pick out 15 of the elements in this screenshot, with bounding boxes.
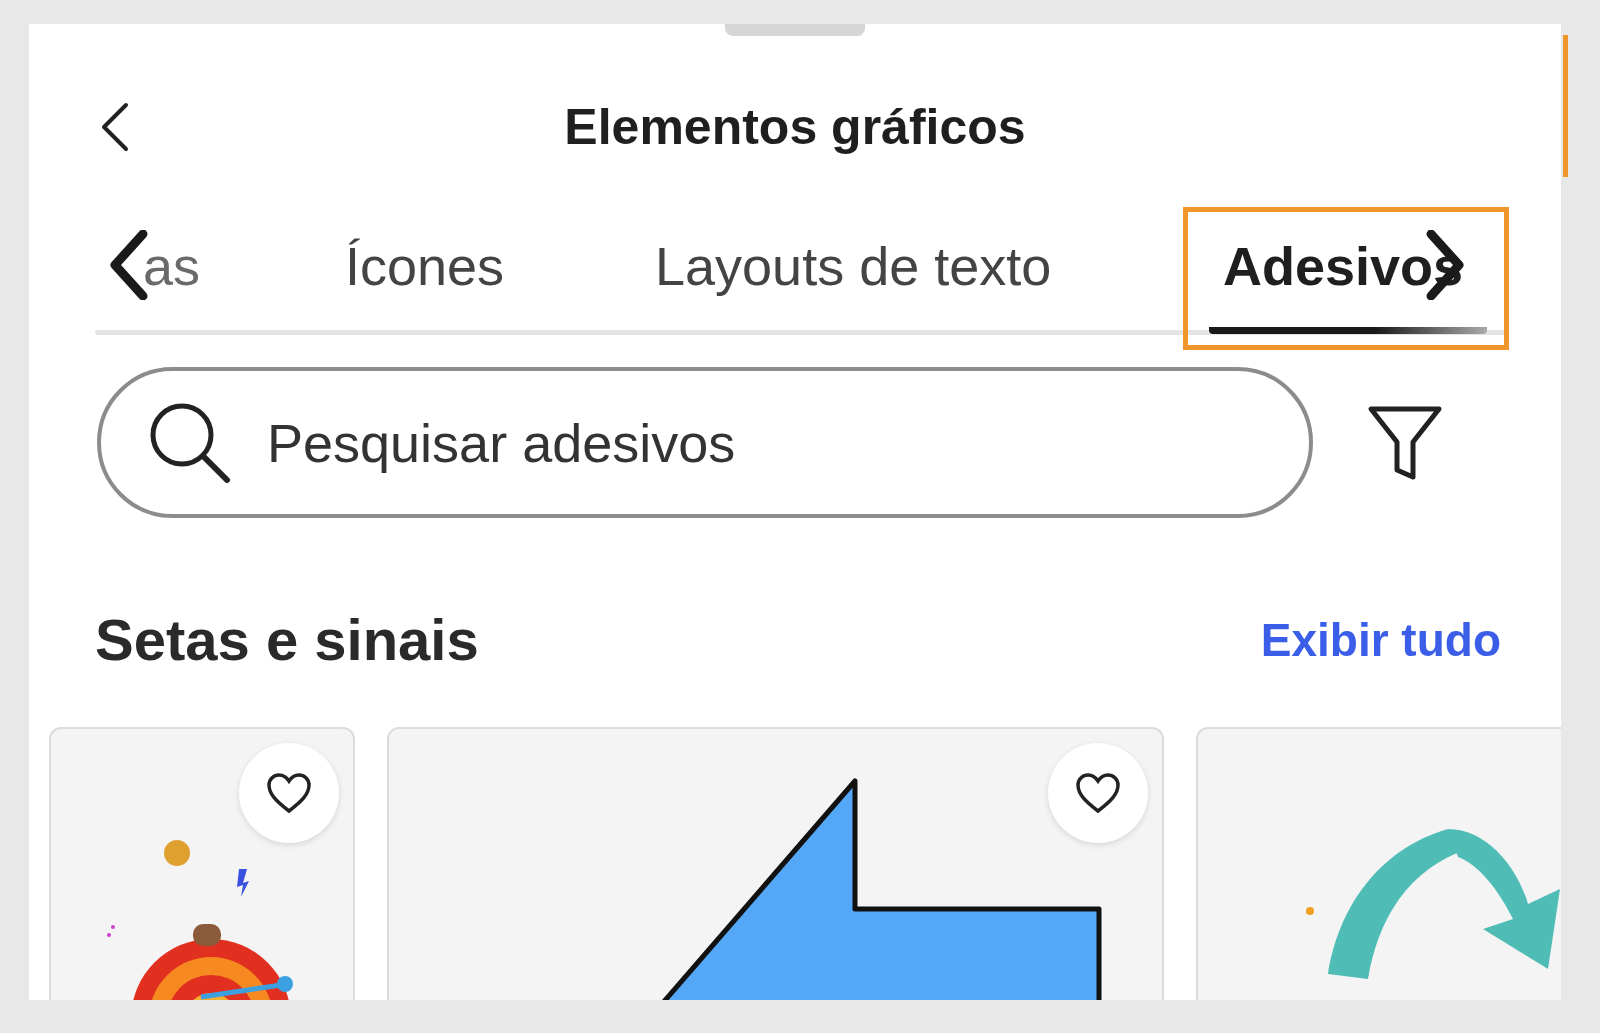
view-all-link[interactable]: Exibir tudo [1260, 612, 1501, 667]
section-title: Setas e sinais [95, 606, 479, 673]
favorite-button[interactable] [1048, 743, 1148, 843]
back-chevron-icon[interactable] [99, 102, 131, 152]
sticker-card[interactable] [49, 727, 355, 1000]
search-field[interactable]: Pesquisar adesivos [97, 367, 1313, 518]
category-tab[interactable]: Layouts de texto [655, 218, 1052, 334]
category-tab[interactable]: Ícones [345, 218, 505, 334]
page-title: Elementos gráficos [563, 98, 1027, 156]
drag-handle[interactable] [725, 24, 865, 36]
favorite-button[interactable] [239, 743, 339, 843]
sticker-card[interactable] [387, 727, 1164, 1000]
heart-icon [1075, 772, 1121, 814]
heart-icon [266, 772, 312, 814]
category-tab[interactable]: as [143, 218, 201, 334]
